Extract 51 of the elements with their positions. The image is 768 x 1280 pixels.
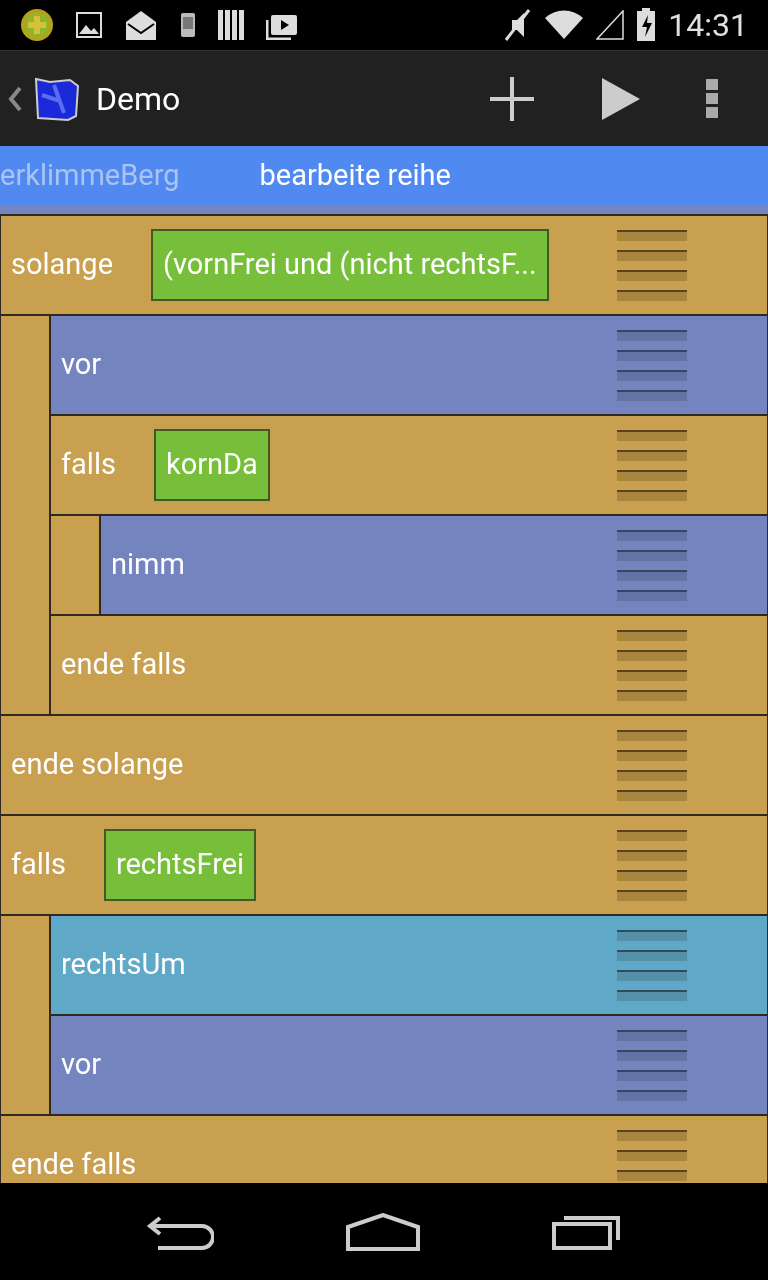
overflow-menu-icon[interactable] — [706, 78, 718, 119]
block-label: ende solange — [11, 746, 184, 784]
signal-icon — [596, 10, 625, 40]
block-label: rechtsUm — [61, 946, 186, 984]
add-icon[interactable] — [488, 74, 536, 123]
mail-icon — [124, 8, 158, 42]
recents-icon[interactable] — [552, 1213, 622, 1250]
battery-icon — [636, 8, 657, 42]
block-label: solange — [11, 246, 113, 284]
block-row[interactable]: rechtsUm — [50, 915, 768, 1015]
drag-handle-icon[interactable] — [617, 829, 687, 901]
drag-handle-icon[interactable] — [617, 929, 687, 1001]
block-row[interactable]: ende falls — [50, 615, 768, 715]
condition-chip[interactable]: (vornFrei und (nicht rechtsF... — [151, 229, 549, 301]
wifi-icon — [544, 10, 585, 40]
clock-time: 14:31 — [668, 9, 748, 41]
drag-handle-icon[interactable] — [617, 729, 687, 801]
drag-handle-icon[interactable] — [617, 529, 687, 601]
image-icon — [76, 12, 102, 38]
books-icon — [218, 10, 244, 40]
drag-handle-icon[interactable] — [617, 629, 687, 701]
block-label: nimm — [111, 546, 185, 584]
block-row[interactable]: nimm — [100, 515, 768, 615]
play-icon[interactable] — [600, 75, 642, 122]
tab[interactable]: erklimmeBerg — [0, 153, 180, 198]
drag-handle-icon[interactable] — [617, 1029, 687, 1101]
drag-handle-icon[interactable] — [617, 329, 687, 401]
block-row[interactable]: falls kornDa — [50, 415, 768, 515]
block-label: ende falls — [61, 646, 187, 684]
block-label: falls — [11, 846, 66, 884]
condition-chip[interactable]: kornDa — [153, 429, 270, 501]
block-label: vor — [61, 346, 102, 384]
drag-handle-icon[interactable] — [617, 429, 687, 501]
block-row[interactable]: solange (vornFrei und (nicht rechtsF... — [0, 215, 768, 315]
block-row[interactable]: falls rechtsFrei — [0, 815, 768, 915]
block-row[interactable]: ende falls — [0, 1115, 768, 1183]
tab[interactable]: bearbeite reihe — [259, 153, 451, 198]
block-row[interactable]: vor — [50, 315, 768, 415]
plus-badge-icon — [20, 8, 54, 42]
block-row[interactable]: ende solange — [0, 715, 768, 815]
muted-icon — [502, 8, 533, 42]
drag-handle-icon[interactable] — [617, 229, 687, 301]
phone-icon — [180, 12, 196, 38]
block-label: vor — [61, 1046, 102, 1084]
block-label: ende falls — [11, 1146, 137, 1183]
back-chevron-icon[interactable] — [8, 85, 22, 112]
block-label: falls — [61, 446, 116, 484]
condition-chip[interactable]: rechtsFrei — [103, 829, 257, 901]
home-icon[interactable] — [346, 1212, 420, 1251]
block-row[interactable]: vor — [50, 1015, 768, 1115]
app-title: Demo — [96, 78, 181, 120]
